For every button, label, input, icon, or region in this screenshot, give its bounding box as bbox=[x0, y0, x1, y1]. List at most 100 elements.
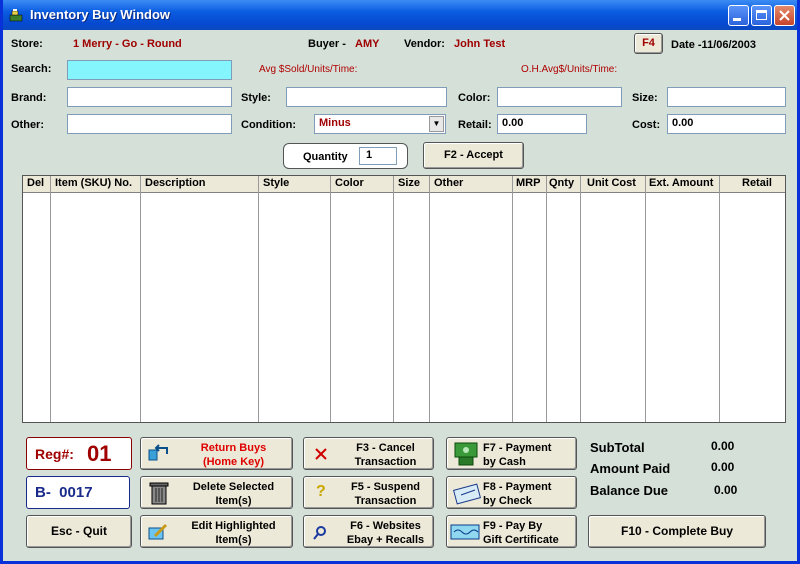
close-icon bbox=[779, 10, 790, 21]
complete-buy-button[interactable]: F10 - Complete Buy bbox=[588, 515, 766, 548]
batch-box: B- 0017 bbox=[26, 476, 130, 509]
brand-label: Brand: bbox=[11, 92, 47, 104]
payment-check-line1: F8 - Payment bbox=[483, 481, 552, 493]
cancel-transaction-label: F3 - Cancel Transaction bbox=[342, 441, 429, 469]
minimize-icon bbox=[733, 18, 741, 21]
question-mark-icon: ? bbox=[316, 483, 326, 500]
style-input[interactable] bbox=[286, 87, 447, 107]
cash-register-icon bbox=[9, 9, 23, 22]
oh-avg-label: O.H.Avg$/Units/Time: bbox=[521, 64, 618, 75]
col-header-mrp[interactable]: MRP bbox=[516, 177, 540, 189]
col-size: Size bbox=[394, 176, 430, 422]
style-label: Style: bbox=[241, 92, 271, 104]
date-label: Date -11/06/2003 bbox=[671, 39, 757, 51]
gift-certificate-icon bbox=[450, 524, 480, 540]
avg-sold-label: Avg $Sold/Units/Time: bbox=[259, 64, 358, 75]
cost-input[interactable]: 0.00 bbox=[667, 114, 786, 134]
cancel-transaction-button[interactable]: F3 - Cancel Transaction bbox=[303, 437, 434, 470]
gift-certificate-label: F9 - Pay By Gift Certificate bbox=[483, 519, 572, 547]
f4-button[interactable]: F4 bbox=[634, 33, 663, 54]
col-header-style[interactable]: Style bbox=[263, 177, 289, 189]
quantity-label: Quantity bbox=[303, 151, 348, 163]
payment-check-label: F8 - Payment by Check bbox=[483, 480, 572, 508]
search-input[interactable] bbox=[67, 60, 232, 80]
gift-certificate-line1: F9 - Pay By bbox=[483, 520, 543, 532]
payment-cash-button[interactable]: F7 - Payment by Cash bbox=[446, 437, 577, 470]
edit-highlighted-label: Edit Highlighted Item(s) bbox=[179, 519, 288, 547]
col-header-color[interactable]: Color bbox=[335, 177, 364, 189]
items-table[interactable]: Del Item (SKU) No. Description Style Col… bbox=[22, 175, 786, 423]
payment-check-button[interactable]: F8 - Payment by Check bbox=[446, 476, 577, 509]
quantity-input[interactable]: 1 bbox=[359, 147, 397, 165]
trash-can-icon bbox=[149, 482, 169, 505]
col-header-del[interactable]: Del bbox=[27, 177, 44, 189]
col-header-ext-amount[interactable]: Ext. Amount bbox=[649, 177, 713, 189]
return-buys-button[interactable]: Return Buys (Home Key) bbox=[140, 437, 293, 470]
websites-button[interactable]: F6 - Websites Ebay + Recalls bbox=[303, 515, 434, 548]
payment-cash-line1: F7 - Payment bbox=[483, 442, 552, 454]
buyer-value: AMY bbox=[355, 38, 380, 50]
quit-button[interactable]: Esc - Quit bbox=[26, 515, 132, 548]
return-buys-line1: Return Buys bbox=[200, 442, 267, 454]
retail-input[interactable]: 0.00 bbox=[497, 114, 587, 134]
close-button[interactable] bbox=[774, 5, 795, 26]
store-value: 1 Merry - Go - Round bbox=[73, 38, 182, 50]
accept-button[interactable]: F2 - Accept bbox=[423, 142, 524, 169]
col-header-other[interactable]: Other bbox=[434, 177, 463, 189]
retail-label: Retail: bbox=[458, 119, 492, 131]
col-header-retail[interactable]: Retail bbox=[742, 177, 772, 189]
edit-pencil-icon bbox=[148, 523, 168, 540]
websites-line1: F6 - Websites bbox=[350, 520, 421, 532]
color-input[interactable] bbox=[497, 87, 622, 107]
suspend-transaction-button[interactable]: ? F5 - Suspend Transaction bbox=[303, 476, 434, 509]
cost-label: Cost: bbox=[632, 119, 661, 131]
check-icon bbox=[453, 483, 481, 505]
payment-cash-label: F7 - Payment by Cash bbox=[483, 441, 572, 469]
col-mrp: MRP bbox=[513, 176, 547, 422]
size-input[interactable] bbox=[667, 87, 786, 107]
vendor-label: Vendor: bbox=[404, 38, 445, 50]
col-header-description[interactable]: Description bbox=[145, 177, 206, 189]
maximize-button[interactable] bbox=[751, 5, 772, 26]
amount-paid-label: Amount Paid bbox=[590, 461, 671, 476]
col-qnty: Qnty bbox=[547, 176, 581, 422]
minimize-button[interactable] bbox=[728, 5, 749, 26]
gift-certificate-button[interactable]: F9 - Pay By Gift Certificate bbox=[446, 515, 577, 548]
col-ext-amount: Ext. Amount bbox=[646, 176, 720, 422]
payment-cash-line2: by Cash bbox=[483, 456, 526, 468]
col-header-qnty[interactable]: Qnty bbox=[549, 177, 574, 189]
col-del: Del bbox=[23, 176, 51, 422]
delete-selected-line2: Item(s) bbox=[215, 495, 252, 507]
magnifier-icon bbox=[313, 526, 326, 540]
maximize-icon bbox=[756, 10, 767, 20]
register-box: Reg#: 01 bbox=[26, 437, 132, 470]
col-header-size[interactable]: Size bbox=[398, 177, 420, 189]
title-bar[interactable]: Inventory Buy Window bbox=[3, 0, 797, 30]
condition-value: Minus bbox=[319, 117, 351, 129]
condition-select[interactable]: Minus ▼ bbox=[314, 114, 446, 134]
other-input[interactable] bbox=[67, 114, 232, 134]
edit-highlighted-line2: Item(s) bbox=[215, 534, 252, 546]
suspend-transaction-line2: Transaction bbox=[354, 495, 417, 507]
balance-due-label: Balance Due bbox=[590, 483, 669, 498]
delete-selected-button[interactable]: Delete Selected Item(s) bbox=[140, 476, 293, 509]
chevron-down-icon[interactable]: ▼ bbox=[429, 116, 444, 132]
brand-input[interactable] bbox=[67, 87, 232, 107]
other-label: Other: bbox=[11, 119, 44, 131]
gift-certificate-line2: Gift Certificate bbox=[483, 534, 559, 546]
subtotal-label: SubTotal bbox=[590, 440, 645, 455]
buyer-label: Buyer - bbox=[308, 38, 346, 50]
delete-selected-label: Delete Selected Item(s) bbox=[179, 480, 288, 508]
edit-highlighted-button[interactable]: Edit Highlighted Item(s) bbox=[140, 515, 293, 548]
suspend-transaction-line1: F5 - Suspend bbox=[350, 481, 421, 493]
suspend-transaction-label: F5 - Suspend Transaction bbox=[342, 480, 429, 508]
col-unit-cost: Unit Cost bbox=[581, 176, 646, 422]
vendor-value: John Test bbox=[454, 38, 506, 50]
col-header-unit-cost[interactable]: Unit Cost bbox=[587, 177, 636, 189]
subtotal-value: 0.00 bbox=[711, 439, 735, 453]
delete-selected-line1: Delete Selected bbox=[192, 481, 275, 493]
store-label: Store: bbox=[11, 38, 43, 50]
col-header-sku[interactable]: Item (SKU) No. bbox=[55, 177, 132, 189]
inventory-buy-window: Inventory Buy Window Store: 1 Merry - Go… bbox=[0, 0, 800, 564]
return-arrow-icon bbox=[148, 444, 168, 461]
